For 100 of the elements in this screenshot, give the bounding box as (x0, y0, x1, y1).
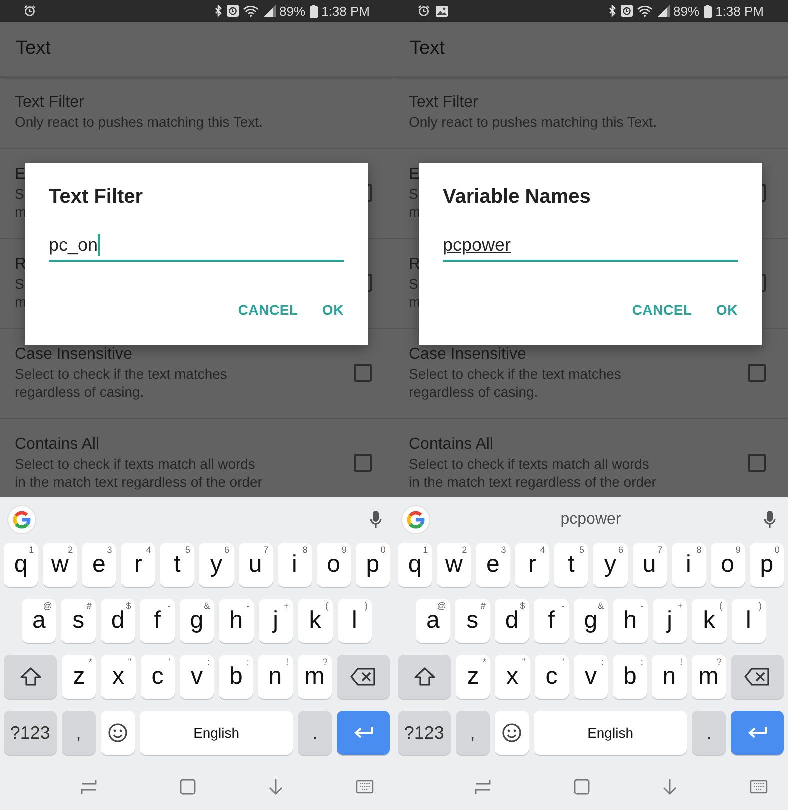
letter-key[interactable]: x " (495, 655, 530, 699)
letter-key[interactable]: h - (613, 599, 648, 643)
key-hint: + (284, 601, 290, 611)
letter-key[interactable]: b ; (613, 655, 648, 699)
checkbox[interactable] (748, 364, 766, 382)
letter-key[interactable]: m ? (298, 655, 332, 699)
setting-description: Only react to pushes matching this Text. (409, 113, 657, 131)
letter-key[interactable]: a @ (416, 599, 450, 643)
period-key[interactable]: . (298, 711, 332, 755)
dialog-title: Text Filter (49, 185, 144, 209)
key-hint: - (640, 601, 644, 611)
key-hint: ! (680, 657, 683, 667)
letter-key[interactable]: n ! (258, 655, 293, 699)
setting-title: Text Filter (409, 93, 480, 113)
letter-key[interactable]: a @ (22, 599, 56, 643)
checkbox[interactable] (354, 454, 372, 472)
emoji-key[interactable] (494, 711, 529, 755)
image-icon (436, 6, 448, 16)
emoji-key[interactable] (100, 711, 135, 755)
keyboard-icon[interactable] (356, 780, 374, 794)
microphone-icon[interactable] (764, 511, 776, 529)
key-hint: : (208, 657, 210, 667)
period-key[interactable]: . (692, 711, 726, 755)
key-hint: $ (126, 601, 132, 611)
backspace-key[interactable] (730, 655, 784, 699)
down-arrow-icon[interactable] (661, 778, 680, 796)
smiley-icon (108, 723, 128, 743)
symbols-key[interactable]: ?123 (398, 711, 451, 755)
word-suggestion[interactable]: pcpower (560, 511, 622, 529)
space-bar[interactable]: English (534, 711, 688, 755)
enter-key[interactable] (337, 711, 390, 755)
letter-key[interactable]: i 8 (278, 543, 312, 587)
key-hint: + (678, 601, 684, 611)
g-logo-icon[interactable] (7, 505, 37, 535)
microphone-icon[interactable] (370, 511, 382, 529)
key-hint: & (598, 601, 604, 611)
checkbox[interactable] (748, 454, 766, 472)
letter-key[interactable]: v : (180, 655, 214, 699)
down-arrow-icon[interactable] (267, 778, 286, 796)
letter-key[interactable]: j + (652, 599, 688, 643)
key-hint: 4 (540, 545, 546, 555)
text-field[interactable]: pcpower (443, 229, 738, 262)
letter-key[interactable]: s # (455, 599, 490, 643)
letter-key[interactable]: z * (456, 655, 490, 699)
letter-key[interactable]: i 8 (672, 543, 706, 587)
text-field[interactable]: pc_on (49, 229, 344, 262)
letter-key[interactable]: k ( (298, 599, 332, 643)
letter-key[interactable]: h - (219, 599, 254, 643)
key-hint: 2 (68, 545, 74, 555)
letter-key[interactable]: d $ (494, 599, 530, 643)
key-hint: 3 (107, 545, 112, 555)
letter-key[interactable]: x " (101, 655, 136, 699)
setting-title: Case Insensitive (15, 345, 134, 365)
key-hint: ( (326, 601, 328, 611)
symbols-key[interactable]: ?123 (4, 711, 57, 755)
recent-apps-icon[interactable] (474, 778, 492, 796)
home-icon[interactable] (572, 778, 591, 796)
enter-key[interactable] (731, 711, 784, 755)
letter-key[interactable]: l ) (338, 599, 372, 643)
shift-key[interactable] (4, 655, 58, 699)
key-hint: ? (716, 657, 722, 667)
key-hint: ) (758, 601, 762, 611)
key-hint: 2 (462, 545, 468, 555)
key-hint: ' (563, 657, 565, 667)
letter-key[interactable]: c ' (534, 655, 569, 699)
space-bar[interactable]: English (140, 711, 294, 755)
backspace-key[interactable] (336, 655, 390, 699)
checkbox[interactable] (354, 364, 372, 382)
letter-key[interactable]: d $ (100, 599, 136, 643)
letter-key[interactable]: l ) (732, 599, 766, 643)
letter-key[interactable]: g & (180, 599, 214, 643)
letter-key[interactable]: b ; (219, 655, 254, 699)
key-hint: 6 (618, 545, 624, 555)
recent-apps-icon[interactable] (80, 778, 98, 796)
comma-key[interactable]: , (456, 711, 490, 755)
key-hint: 9 (342, 545, 347, 555)
signal-icon (658, 5, 670, 17)
letter-key[interactable]: g & (574, 599, 608, 643)
comma-key[interactable]: , (62, 711, 96, 755)
letter-key[interactable]: s # (61, 599, 96, 643)
letter-key[interactable]: v : (574, 655, 608, 699)
keyboard-icon[interactable] (750, 780, 768, 794)
home-icon[interactable] (178, 778, 197, 796)
key-hint: 0 (380, 545, 386, 555)
key-hint: 7 (264, 545, 269, 555)
letter-key[interactable]: k ( (692, 599, 726, 643)
alarm-clock-icon (418, 5, 430, 17)
letter-key[interactable]: f - (140, 599, 175, 643)
shift-key[interactable] (398, 655, 452, 699)
setting-title: Contains All (15, 435, 100, 455)
key-hint: 5 (579, 545, 584, 555)
key-hint: # (480, 601, 486, 611)
g-logo-icon[interactable] (401, 505, 431, 535)
letter-key[interactable]: n ! (652, 655, 687, 699)
letter-key[interactable]: m ? (692, 655, 726, 699)
letter-key[interactable]: j + (258, 599, 294, 643)
letter-key[interactable]: c ' (140, 655, 175, 699)
letter-key[interactable]: z * (62, 655, 96, 699)
letter-key[interactable]: f - (534, 599, 569, 643)
backspace-icon (744, 668, 770, 686)
